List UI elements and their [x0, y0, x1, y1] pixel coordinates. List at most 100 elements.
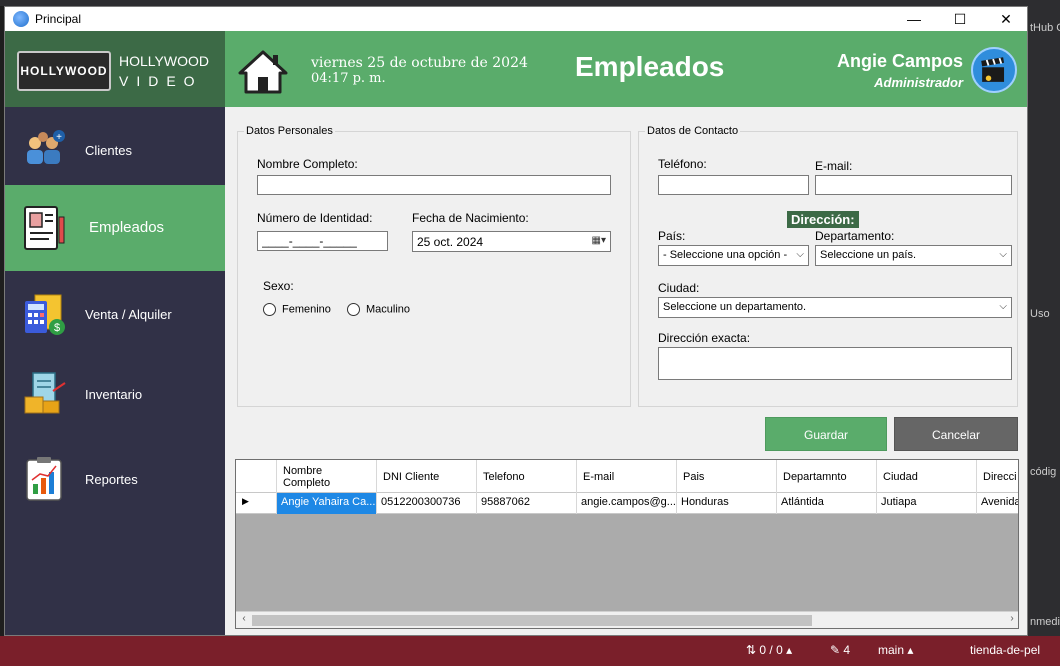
country-value: - Seleccione una opción - [663, 249, 788, 261]
column-header[interactable]: Direcci [977, 460, 1018, 493]
radio-femenino[interactable]: Femenino [263, 303, 331, 316]
table-cell[interactable]: 0512200300736 [377, 493, 477, 514]
birth-date-label: Fecha de Nacimiento: [412, 211, 529, 225]
birth-date-picker[interactable]: 25 oct. 2024 ▦▾ [412, 231, 611, 252]
maximize-button[interactable]: ☐ [937, 7, 983, 31]
chevron-down-icon[interactable]: ⌵ [999, 249, 1007, 260]
row-selector[interactable]: ▶ [236, 493, 277, 514]
radio-masculino[interactable]: Maculino [347, 303, 410, 316]
nav-item-reportes[interactable]: Reportes [5, 436, 225, 522]
nav-item-empleados[interactable]: Empleados [5, 185, 225, 271]
cancel-button[interactable]: Cancelar [894, 417, 1018, 451]
logo-area: HOLLYWOOD HOLLYWOOD VIDEO [5, 31, 225, 107]
personal-data-legend: Datos Personales [246, 125, 333, 137]
horizontal-scrollbar[interactable]: ‹ › [236, 611, 1018, 628]
hollywood-logo: HOLLYWOOD [17, 51, 111, 91]
radio-circle[interactable] [347, 303, 360, 316]
nav-label: Clientes [85, 143, 132, 158]
column-header[interactable]: Departamnto [777, 460, 877, 493]
inventory-icon [24, 372, 66, 414]
nav-item-venta-alquiler[interactable]: $ Venta / Alquiler [5, 271, 225, 357]
full-name-input[interactable] [257, 175, 611, 195]
column-header[interactable]: Telefono [477, 460, 577, 493]
user-name: Angie Campos [836, 51, 963, 71]
phone-label: Teléfono: [658, 157, 707, 171]
ide-fragment: Uso [1030, 308, 1050, 320]
id-number-input[interactable] [257, 231, 388, 251]
user-role: Administrador [874, 75, 963, 90]
sync-status[interactable]: ⇅ 0 / 0 ▴ [746, 643, 792, 657]
logo-title: HOLLYWOOD [119, 53, 209, 69]
calendar-icon[interactable]: ▦▾ [592, 235, 606, 246]
nav-label: Empleados [89, 219, 165, 236]
employees-grid[interactable]: Nombre Completo DNI Cliente Telefono E-m… [235, 459, 1019, 629]
radio-label: Femenino [282, 303, 331, 316]
table-cell[interactable]: Avenida [977, 493, 1018, 514]
country-label: País: [658, 229, 686, 243]
globe-icon [13, 11, 29, 27]
table-cell[interactable]: Honduras [677, 493, 777, 514]
column-header[interactable]: Ciudad [877, 460, 977, 493]
branch-status[interactable]: main ▴ [878, 643, 913, 657]
calculator-icon: $ [25, 294, 65, 335]
table-cell[interactable]: Angie Yahaira Ca... [277, 493, 377, 514]
scroll-thumb[interactable] [252, 615, 812, 626]
edits-status[interactable]: ✎ 4 [830, 643, 850, 657]
table-row[interactable]: ▶ Angie Yahaira Ca... 0512200300736 9588… [236, 493, 1018, 514]
nav-label: Reportes [85, 472, 138, 487]
current-time: 04:17 p. m. [311, 71, 386, 86]
birth-date-value: 25 oct. 2024 [417, 235, 484, 249]
current-date: viernes 25 de octubre de 2024 [311, 55, 528, 71]
id-number-label: Número de Identidad: [257, 211, 373, 225]
grid-header: Nombre Completo DNI Cliente Telefono E-m… [236, 460, 1018, 493]
main-content: Datos Personales Nombre Completo: Número… [225, 107, 1027, 635]
minimize-button[interactable]: — [891, 7, 937, 31]
ide-fragment: nmedi [1030, 616, 1060, 628]
employee-id-icon [24, 206, 65, 250]
phone-input[interactable] [658, 175, 809, 195]
nav-item-clientes[interactable]: + Clientes [5, 107, 225, 193]
logo-subtitle: VIDEO [119, 73, 203, 89]
scroll-left-icon[interactable]: ‹ [237, 613, 251, 624]
country-select[interactable]: - Seleccione una opción - ⌵ [658, 245, 809, 266]
city-select[interactable]: Seleccione un departamento. ⌵ [658, 297, 1012, 318]
clients-icon: + [27, 130, 65, 164]
full-name-label: Nombre Completo: [257, 157, 358, 171]
save-button[interactable]: Guardar [765, 417, 887, 451]
table-cell[interactable]: angie.campos@g... [577, 493, 677, 514]
close-button[interactable]: ✕ [983, 7, 1029, 31]
sidebar: HOLLYWOOD HOLLYWOOD VIDEO + Clientes Emp… [5, 31, 225, 635]
repo-status[interactable]: tienda-de-pel [970, 643, 1040, 657]
radio-label: Maculino [366, 303, 411, 316]
ide-fragment: códig [1030, 466, 1057, 478]
scroll-right-icon[interactable]: › [1005, 613, 1018, 624]
column-header[interactable]: Pais [677, 460, 777, 493]
svg-text:$: $ [54, 322, 60, 334]
exact-address-input[interactable] [658, 347, 1012, 380]
table-cell[interactable]: 95887062 [477, 493, 577, 514]
department-value: Seleccione un país. [820, 249, 917, 261]
radio-circle[interactable] [263, 303, 276, 316]
table-cell[interactable]: Jutiapa [877, 493, 977, 514]
email-label: E-mail: [815, 159, 853, 173]
ide-side-panel: tHub C Uso códig nmedi [1028, 6, 1060, 636]
nav-item-inventario[interactable]: Inventario [5, 351, 225, 437]
chevron-down-icon[interactable]: ⌵ [999, 301, 1007, 312]
app-window: Principal — ☐ ✕ HOLLYWOOD HOLLYWOOD VIDE… [4, 6, 1028, 636]
avatar [971, 47, 1017, 93]
department-label: Departamento: [815, 229, 895, 243]
department-select[interactable]: Seleccione un país. ⌵ [815, 245, 1012, 266]
home-icon[interactable] [237, 49, 289, 95]
window-title: Principal [35, 12, 82, 26]
ide-fragment: tHub C [1030, 22, 1060, 34]
column-header[interactable]: Nombre Completo [277, 460, 377, 493]
column-header[interactable]: E-mail [577, 460, 677, 493]
email-input[interactable] [815, 175, 1012, 195]
ide-status-bar: ⇅ 0 / 0 ▴ ✎ 4 main ▴ tienda-de-pel [0, 636, 1060, 666]
sex-label: Sexo: [263, 279, 294, 293]
nav-label: Inventario [85, 387, 143, 402]
table-cell[interactable]: Atlántida [777, 493, 877, 514]
chevron-down-icon[interactable]: ⌵ [796, 249, 804, 260]
report-chart-icon [26, 457, 62, 501]
column-header[interactable]: DNI Cliente [377, 460, 477, 493]
